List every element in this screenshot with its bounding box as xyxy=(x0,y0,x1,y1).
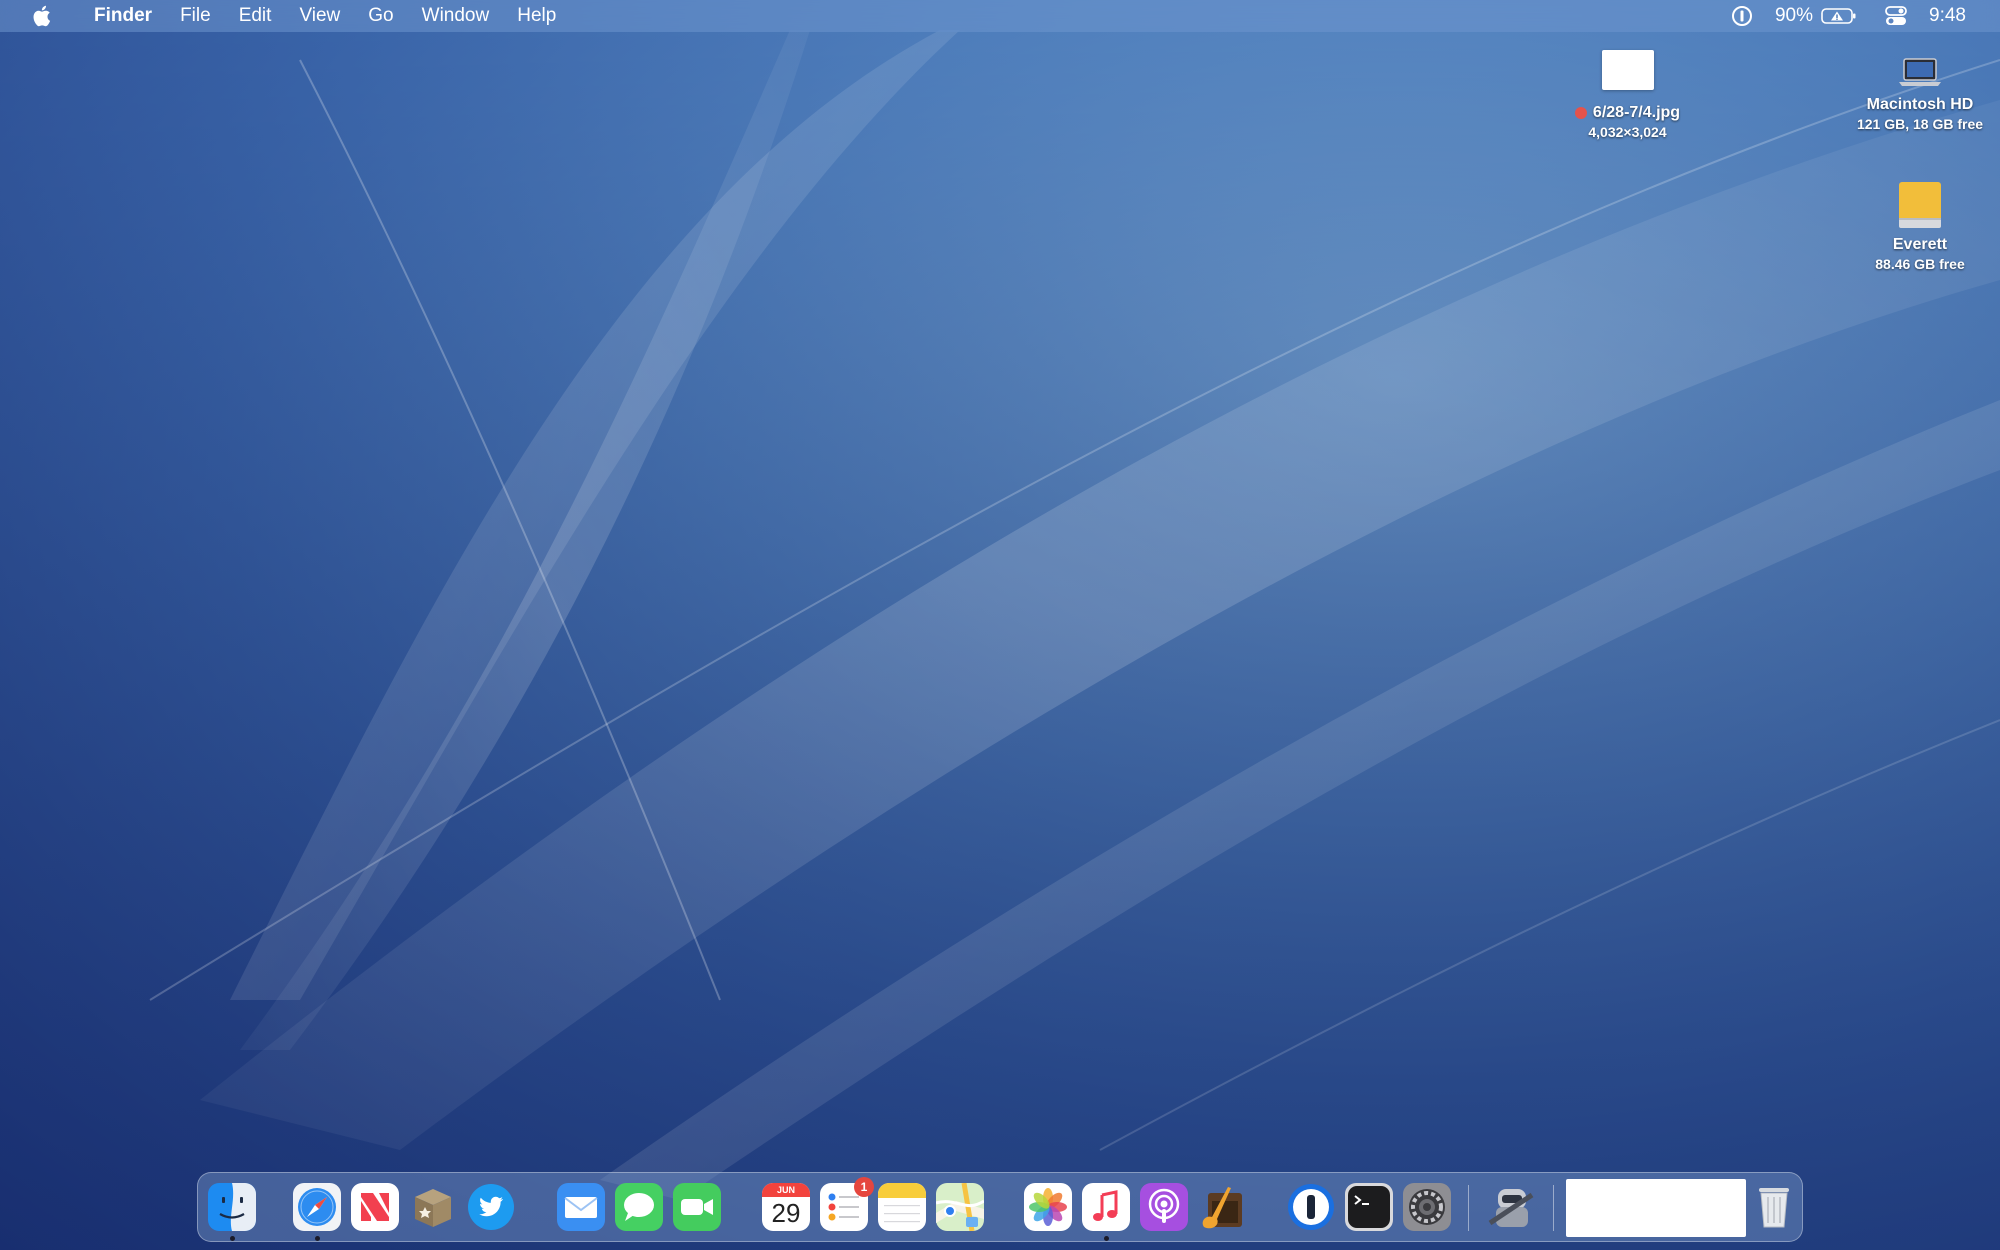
calendar-month: JUN xyxy=(776,1185,795,1195)
terminal-icon xyxy=(1345,1183,1393,1231)
dock-podcasts[interactable] xyxy=(1140,1183,1188,1231)
notes-icon xyxy=(878,1183,926,1231)
dock-1password[interactable] xyxy=(1287,1183,1335,1231)
trash-icon xyxy=(1759,1188,1789,1228)
box-icon xyxy=(415,1189,451,1227)
dock-photos[interactable] xyxy=(1024,1183,1072,1231)
red-tag-icon xyxy=(1574,107,1587,119)
dock-trash[interactable] xyxy=(1750,1183,1798,1231)
dock-system-preferences[interactable] xyxy=(1403,1183,1451,1231)
running-indicator xyxy=(229,1236,235,1241)
dock-reminders[interactable]: 1 xyxy=(820,1177,874,1231)
running-indicator xyxy=(1103,1236,1109,1241)
dock-finder[interactable] xyxy=(208,1183,256,1241)
dock-separator xyxy=(1468,1185,1469,1231)
laptop-disk-icon xyxy=(1899,58,1941,86)
dock-notes[interactable] xyxy=(878,1183,926,1231)
menu-go[interactable]: Go xyxy=(354,0,407,32)
menu-file[interactable]: File xyxy=(166,0,225,32)
image-file-icon xyxy=(1601,50,1654,90)
calendar-day: 29 xyxy=(771,1198,801,1228)
dock-terminal[interactable] xyxy=(1345,1183,1393,1231)
twitter-icon xyxy=(468,1184,514,1230)
menu-view[interactable]: View xyxy=(285,0,354,32)
desktop-wallpaper xyxy=(0,0,2000,1250)
dock-twitter[interactable] xyxy=(467,1183,515,1231)
automator-robot-icon xyxy=(1488,1189,1534,1227)
dock-mail[interactable] xyxy=(557,1183,605,1231)
finder-icon xyxy=(208,1183,256,1231)
dock-archive-app[interactable] xyxy=(409,1183,457,1231)
dock-messages[interactable] xyxy=(615,1183,663,1231)
music-icon xyxy=(1082,1183,1130,1231)
external-drive-icon xyxy=(1899,182,1941,228)
dock-maps[interactable] xyxy=(935,1182,985,1232)
menu-help[interactable]: Help xyxy=(503,0,570,32)
facetime-icon xyxy=(673,1183,721,1231)
desktop-everett-drive[interactable]: Everett 88.46 GB free xyxy=(1855,180,1985,272)
safari-icon xyxy=(293,1183,341,1231)
drive-name: Everett xyxy=(1892,236,1948,253)
menu-edit[interactable]: Edit xyxy=(225,0,286,32)
control-center-icon[interactable] xyxy=(1885,0,1907,32)
menu-app-name[interactable]: Finder xyxy=(80,0,166,32)
dock-facetime[interactable] xyxy=(673,1183,721,1231)
dock-separator xyxy=(1553,1185,1554,1231)
photos-icon xyxy=(1024,1183,1072,1231)
dock-news[interactable] xyxy=(351,1183,399,1231)
news-icon xyxy=(351,1183,399,1231)
desktop-macintosh-hd[interactable]: Macintosh HD 121 GB, 18 GB free xyxy=(1850,56,1990,132)
maps-icon xyxy=(935,1182,985,1232)
garageband-icon xyxy=(1202,1187,1242,1229)
1password-menu-icon[interactable] xyxy=(1731,0,1753,32)
dock-downloads-stack[interactable] xyxy=(1566,1179,1746,1237)
file-dimensions: 4,032×3,024 xyxy=(1588,124,1667,140)
dock-garageband[interactable] xyxy=(1198,1183,1246,1231)
disk-info: 121 GB, 18 GB free xyxy=(1856,116,1984,132)
menu-window[interactable]: Window xyxy=(408,0,504,32)
1password-icon xyxy=(1288,1184,1334,1230)
battery-percent: 90% xyxy=(1774,5,1814,26)
podcasts-icon xyxy=(1140,1183,1188,1231)
dock-music[interactable] xyxy=(1082,1183,1130,1241)
dock-calendar[interactable]: JUN 29 xyxy=(762,1183,810,1231)
dock-safari[interactable] xyxy=(293,1183,341,1241)
file-name: 6/28-7/4.jpg xyxy=(1592,104,1681,121)
mail-icon xyxy=(557,1183,605,1231)
menu-bar: Finder File Edit View Go Window Help 90%… xyxy=(0,0,2000,32)
dock: JUN 29 1 xyxy=(197,1172,1803,1242)
drive-info: 88.46 GB free xyxy=(1875,256,1965,272)
running-indicator xyxy=(314,1236,320,1241)
dock-automator[interactable] xyxy=(1488,1183,1536,1231)
disk-name: Macintosh HD xyxy=(1866,96,1974,113)
desktop-file-jpg[interactable]: 6/28-7/4.jpg 4,032×3,024 xyxy=(1555,50,1700,140)
reminders-badge: 1 xyxy=(854,1177,874,1197)
gear-icon xyxy=(1403,1183,1451,1231)
menu-clock[interactable]: 9:48 xyxy=(1929,0,1966,32)
apple-menu-icon[interactable] xyxy=(28,3,54,29)
battery-icon[interactable] xyxy=(1821,0,1857,32)
messages-icon xyxy=(615,1183,663,1231)
